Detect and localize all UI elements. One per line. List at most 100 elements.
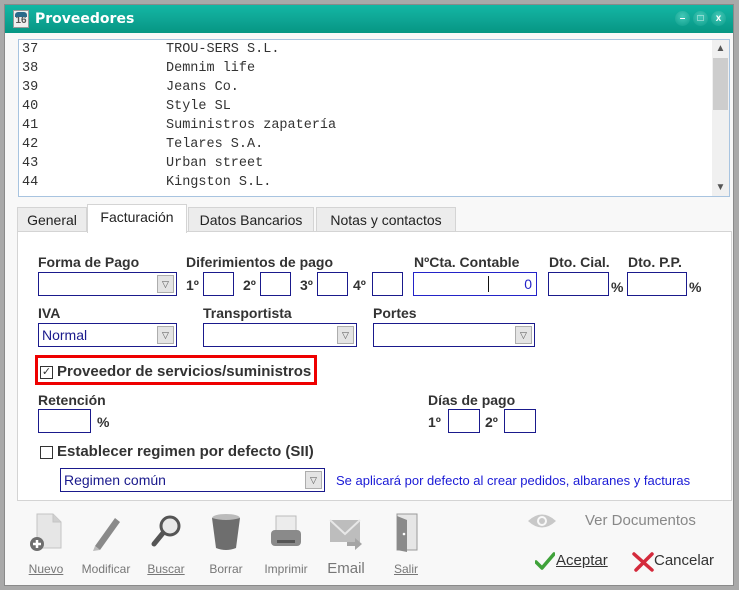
chevron-down-icon[interactable]: ▽ (337, 326, 354, 344)
transportista-label: Transportista (203, 305, 292, 321)
supplier-code: 40 (22, 99, 39, 114)
iva-select[interactable]: Normal ▽ (38, 323, 177, 347)
borrar-button[interactable]: Borrar (196, 512, 256, 582)
iva-value: Normal (42, 327, 88, 343)
buscar-button[interactable]: Buscar (136, 512, 196, 582)
diferimientos-label: Diferimientos de pago (186, 254, 334, 270)
cross-icon (632, 552, 654, 572)
app-icon: 16 (13, 10, 29, 28)
list-item[interactable]: 38 Demnim life (19, 59, 709, 78)
scroll-thumb[interactable] (713, 58, 728, 110)
list-item[interactable]: 40 Style SL (19, 97, 709, 116)
printer-icon (271, 515, 301, 546)
modificar-label: Modificar (81, 562, 131, 576)
dto-pp-label: Dto. P.P. (628, 254, 682, 270)
chevron-down-icon[interactable]: ▽ (305, 471, 322, 489)
tab-label: Facturación (100, 209, 174, 225)
supplier-name: Urban street (166, 156, 264, 171)
supplier-name: Suministros zapatería (166, 118, 337, 133)
supplier-code: 41 (22, 118, 39, 133)
cancelar-label: Cancelar (654, 552, 715, 569)
scroll-down-icon[interactable]: ▼ (712, 179, 729, 196)
window-title: Proveedores (35, 11, 135, 27)
close-button[interactable]: x (711, 11, 726, 26)
pen-icon (93, 518, 120, 551)
dia-pago-2-label: 2º (485, 414, 498, 430)
salir-button[interactable]: Salir (376, 512, 436, 582)
dia-pago-2-input[interactable] (504, 409, 536, 433)
diferimiento-4-input[interactable] (372, 272, 403, 296)
imprimir-button[interactable]: Imprimir (256, 512, 316, 582)
dias-pago-label: Días de pago (428, 392, 516, 408)
retencion-label: Retención (38, 392, 106, 408)
tab-facturacion[interactable]: Facturación (87, 204, 187, 233)
borrar-label: Borrar (209, 562, 243, 576)
diferimiento-2-input[interactable] (260, 272, 291, 296)
maximize-button[interactable]: □ (693, 11, 708, 26)
supplier-code: 43 (22, 156, 39, 171)
nuevo-button[interactable]: Nuevo (16, 512, 76, 582)
dto-cial-input[interactable] (548, 272, 609, 296)
portes-label: Portes (373, 305, 417, 321)
dto-pp-unit: % (689, 279, 702, 295)
list-item[interactable]: 44 Kingston S.L. (19, 173, 709, 192)
tab-notas-contactos[interactable]: Notas y contactos (316, 207, 456, 232)
list-scrollbar[interactable]: ▲ ▼ (712, 40, 729, 196)
tab-label: General (27, 212, 77, 228)
dia-pago-1-label: 1º (428, 414, 441, 430)
dia-pago-1-input[interactable] (448, 409, 480, 433)
supplier-name: Kingston S.L. (166, 175, 272, 190)
list-item[interactable]: 42 Telares S.A. (19, 135, 709, 154)
chevron-down-icon[interactable]: ▽ (157, 326, 174, 344)
transportista-select[interactable]: ▽ (203, 323, 357, 347)
chevron-down-icon[interactable]: ▽ (515, 326, 532, 344)
chevron-down-icon[interactable]: ▽ (157, 275, 174, 293)
tab-general[interactable]: General (17, 207, 87, 232)
tab-datos-bancarios[interactable]: Datos Bancarios (188, 207, 314, 232)
cuenta-contable-value: 0 (524, 276, 532, 292)
nuevo-label: Nuevo (28, 562, 64, 576)
eye-icon (528, 514, 556, 528)
scroll-up-icon[interactable]: ▲ (712, 40, 729, 57)
text-cursor (488, 276, 489, 292)
dto-cial-unit: % (611, 279, 624, 295)
dto-pp-input[interactable] (627, 272, 687, 296)
checkmark-icon (535, 552, 555, 570)
supplier-name: Jeans Co. (166, 80, 239, 95)
supplier-code: 44 (22, 175, 39, 190)
regimen-defecto-label[interactable]: Establecer regimen por defecto (SII) (57, 443, 314, 460)
diferimiento-1-input[interactable] (203, 272, 234, 296)
title-bar: 16 Proveedores – □ x (5, 5, 733, 33)
cuenta-contable-input[interactable]: 0 (413, 272, 537, 296)
minimize-button[interactable]: – (675, 11, 690, 26)
tab-label: Datos Bancarios (199, 212, 303, 228)
regimen-defecto-checkbox[interactable] (40, 446, 53, 459)
diferimiento-3-input[interactable] (317, 272, 348, 296)
salir-label: Salir (393, 562, 418, 576)
proveedor-servicios-label[interactable]: Proveedor de servicios/suministros (57, 363, 311, 380)
facturacion-panel: Forma de Pago ▽ Diferimientos de pago 1º… (17, 231, 732, 501)
list-item[interactable]: 41 Suministros zapatería (19, 116, 709, 135)
regimen-select[interactable]: Regimen común ▽ (60, 468, 325, 492)
supplier-code: 42 (22, 137, 39, 152)
cuenta-contable-label: NºCta. Contable (414, 254, 520, 270)
diferimiento-4-label: 4º (353, 277, 366, 293)
list-item[interactable]: 43 Urban street (19, 154, 709, 173)
portes-select[interactable]: ▽ (373, 323, 535, 347)
dto-cial-label: Dto. Cial. (549, 254, 610, 270)
tab-label: Notas y contactos (330, 212, 442, 228)
list-item[interactable]: 37 TROU-SERS S.L. (19, 40, 709, 59)
supplier-name: Telares S.A. (166, 137, 264, 152)
proveedores-window: 16 Proveedores – □ x 37 TROU-SERS S.L. 3… (4, 4, 734, 586)
modificar-button[interactable]: Modificar (76, 512, 136, 582)
supplier-list[interactable]: 37 TROU-SERS S.L. 38 Demnim life 39 Jean… (18, 39, 730, 197)
new-document-icon (30, 513, 62, 551)
forma-pago-label: Forma de Pago (38, 254, 140, 270)
proveedor-servicios-checkbox[interactable]: ✓ (40, 366, 53, 379)
email-button[interactable]: Email (316, 512, 376, 582)
supplier-code: 37 (22, 42, 39, 57)
retencion-input[interactable] (38, 409, 91, 433)
list-item[interactable]: 39 Jeans Co. (19, 78, 709, 97)
forma-pago-select[interactable]: ▽ (38, 272, 177, 296)
regimen-value: Regimen común (64, 472, 166, 488)
